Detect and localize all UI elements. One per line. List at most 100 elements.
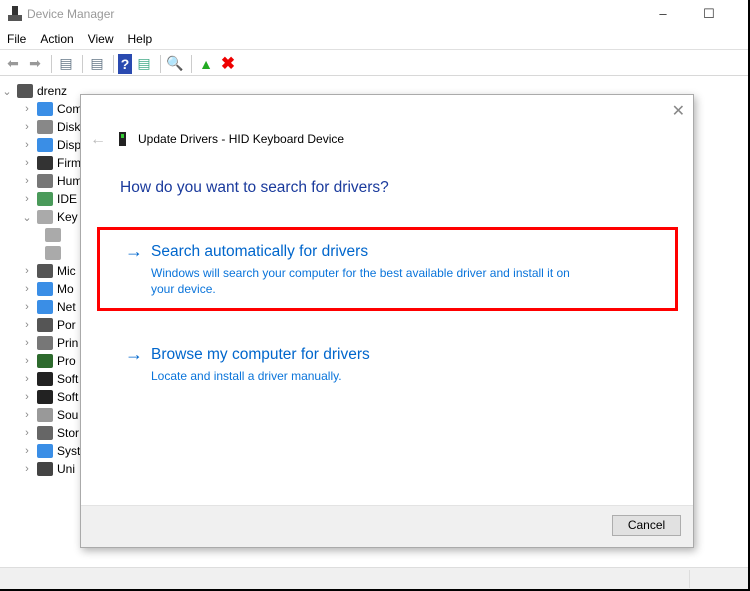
tree-item[interactable]: › Prin [0, 334, 82, 352]
tree-item-label: Prin [57, 336, 79, 350]
tree-item-label: Uni [57, 462, 76, 476]
tree-item[interactable]: › Pro [0, 352, 82, 370]
dialog-title: Update Drivers - HID Keyboard Device [138, 132, 345, 146]
dialog-question: How do you want to search for drivers? [120, 179, 389, 196]
chevron-right-icon[interactable]: › [20, 463, 34, 475]
device-tree: ⌄ drenz › Com › Disk › Disp › Firm › Hum › IDE ⌄ Key ›… [0, 82, 82, 478]
chevron-right-icon[interactable]: › [20, 175, 34, 187]
tree-item[interactable]: › Sou [0, 406, 82, 424]
separator [113, 54, 114, 73]
browse-computer-option[interactable]: → Browse my computer for drivers Locate a… [97, 330, 678, 384]
menu-file[interactable]: File [0, 32, 33, 46]
tree-item-label: Hum [57, 174, 83, 188]
tree-item-label: Pro [57, 354, 76, 368]
help-icon[interactable]: ? [118, 53, 132, 74]
tree-item-label: Firm [57, 156, 81, 170]
chevron-right-icon[interactable]: › [20, 121, 34, 133]
window-title: Device Manager [27, 7, 115, 21]
tree-item[interactable]: › Mo [0, 280, 82, 298]
tree-item-label: Syst [57, 444, 81, 458]
device-category-icon [37, 102, 53, 116]
computer-icon [17, 84, 33, 98]
tree-item[interactable]: › Firm [0, 154, 82, 172]
update-driver-icon[interactable]: ▲ [196, 54, 216, 74]
tree-item[interactable] [0, 244, 82, 262]
device-category-icon [37, 318, 53, 332]
search-automatically-option[interactable]: → Search automatically for drivers Window… [97, 227, 678, 311]
properties-icon[interactable]: ▤ [87, 54, 107, 74]
tree-item-label: Mic [57, 264, 76, 278]
forward-icon[interactable]: ➡ [25, 54, 45, 74]
tree-item[interactable]: › Soft [0, 370, 82, 388]
tree-item[interactable] [0, 226, 82, 244]
tree-item-label: Soft [57, 372, 79, 386]
tree-item-label: IDE [57, 192, 78, 206]
device-category-icon [37, 174, 53, 188]
device-category-icon [37, 390, 53, 404]
chevron-down-icon[interactable]: ⌄ [20, 211, 34, 224]
option-description: Locate and install a driver manually. [151, 369, 342, 383]
action-pane-icon[interactable]: ▤ [134, 54, 154, 74]
tree-item[interactable]: › Net [0, 298, 82, 316]
separator [82, 54, 83, 73]
uninstall-device-icon[interactable]: ✖ [218, 54, 238, 74]
chevron-right-icon[interactable]: › [20, 103, 34, 115]
chevron-right-icon[interactable]: › [20, 319, 34, 331]
tree-item[interactable]: › Disk [0, 118, 82, 136]
tree-item[interactable]: › Uni [0, 460, 82, 478]
chevron-down-icon[interactable]: ⌄ [0, 85, 14, 98]
menu-view[interactable]: View [81, 32, 121, 46]
back-arrow-icon[interactable]: ← [90, 131, 106, 149]
device-category-icon [37, 354, 53, 368]
device-icon [119, 132, 126, 146]
tree-item[interactable]: ⌄ Key [0, 208, 82, 226]
device-category-icon [37, 462, 53, 476]
chevron-right-icon[interactable]: › [20, 193, 34, 205]
chevron-right-icon[interactable]: › [20, 301, 34, 313]
chevron-right-icon[interactable]: › [20, 337, 34, 349]
close-icon[interactable]: ✕ [672, 101, 685, 121]
chevron-right-icon[interactable]: › [20, 355, 34, 367]
chevron-right-icon[interactable]: › [20, 265, 34, 277]
tree-item-label: Key [57, 210, 78, 224]
scan-hardware-icon[interactable]: 🔍 [165, 54, 185, 74]
maximize-button[interactable]: ☐ [686, 0, 732, 28]
console-tree-icon[interactable]: ▤ [56, 54, 76, 74]
tree-item-label: Soft [57, 390, 79, 404]
tree-item-label: Mo [57, 282, 74, 296]
device-category-icon [37, 264, 53, 278]
tree-item-label: Por [57, 318, 76, 332]
tree-item[interactable]: › IDE [0, 190, 82, 208]
tree-item[interactable]: › Syst [0, 442, 82, 460]
arrow-right-icon: → [125, 344, 143, 364]
update-drivers-dialog: ✕ ← Update Drivers - HID Keyboard Device… [80, 94, 694, 548]
tree-item[interactable]: › Por [0, 316, 82, 334]
chevron-right-icon[interactable]: › [20, 427, 34, 439]
tree-item-label: Com [57, 102, 83, 116]
device-category-icon [37, 210, 53, 224]
tree-item[interactable]: › Stor [0, 424, 82, 442]
menu-help[interactable]: Help [121, 32, 160, 46]
chevron-right-icon[interactable]: › [20, 391, 34, 403]
chevron-right-icon[interactable]: › [20, 409, 34, 421]
menu-action[interactable]: Action [33, 32, 80, 46]
cancel-button[interactable]: Cancel [612, 515, 681, 536]
tree-item[interactable]: › Mic [0, 262, 82, 280]
chevron-right-icon[interactable]: › [20, 157, 34, 169]
device-category-icon [37, 444, 53, 458]
tree-item[interactable]: › Soft [0, 388, 82, 406]
tree-root[interactable]: ⌄ drenz [0, 82, 82, 100]
device-category-icon [37, 120, 53, 134]
tree-item[interactable]: › Hum [0, 172, 82, 190]
tree-item[interactable]: › Com [0, 100, 82, 118]
minimize-button[interactable]: – [640, 0, 686, 28]
separator [191, 54, 192, 73]
chevron-right-icon[interactable]: › [20, 283, 34, 295]
chevron-right-icon[interactable]: › [20, 139, 34, 151]
tree-item[interactable]: › Disp [0, 136, 82, 154]
back-icon[interactable]: ⬅ [3, 54, 23, 74]
chevron-right-icon[interactable]: › [20, 373, 34, 385]
device-category-icon [37, 300, 53, 314]
device-category-icon [45, 228, 61, 242]
chevron-right-icon[interactable]: › [20, 445, 34, 457]
